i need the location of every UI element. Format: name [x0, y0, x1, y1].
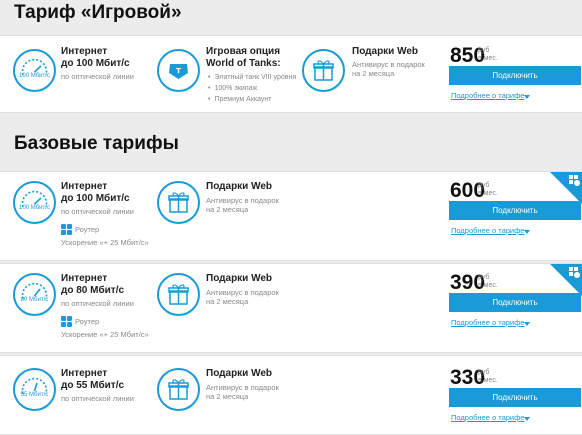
internet-subtitle: по оптической линии	[61, 207, 134, 216]
connect-button[interactable]: Подключить	[449, 66, 581, 85]
price-period: в мес.	[478, 190, 498, 197]
tariff-card: 80 Мбит/с Интернет до 80 Мбит/с по оптич…	[0, 263, 582, 353]
gift-icon	[157, 368, 200, 411]
connect-button[interactable]: Подключить	[449, 388, 581, 407]
internet-speed-title: до 100 Мбит/с	[61, 193, 130, 204]
price-currency: руб	[478, 274, 490, 281]
game-tariff-title: Тариф «Игровой»	[14, 2, 182, 23]
acceleration-label: Ускорение «+ 25 Мбит/с»	[61, 238, 149, 247]
price-currency: руб	[478, 182, 490, 189]
internet-subtitle: по оптической линии	[61, 299, 134, 308]
gift-icon	[157, 273, 200, 316]
speed-label: 55 Мбит/с	[20, 392, 49, 398]
game-option-bullet: Премиум Аккаунт	[208, 94, 271, 105]
price-currency: руб	[478, 47, 490, 54]
game-tariff-card: 100 Мбит/с Интернет до 100 Мбит/с по опт…	[0, 35, 582, 113]
speed-label: 100 Мбит/с	[19, 73, 50, 79]
speedometer-icon: 55 Мбит/с	[13, 368, 56, 411]
internet-title: Интернет	[61, 368, 108, 379]
internet-speed-title: до 55 Мбит/с	[61, 380, 125, 391]
speedometer-icon: 100 Мбит/с	[13, 49, 56, 92]
tariff-details-link[interactable]: Подробнее о тарифе	[451, 91, 524, 100]
router-icon	[61, 224, 72, 235]
game-option-bullet: Элитный танк VIII уровня	[208, 72, 296, 83]
speed-label: 100 Мбит/с	[19, 205, 50, 211]
speedometer-icon: 100 Мбит/с	[13, 181, 56, 224]
price-period: в мес.	[478, 377, 498, 384]
game-option-bullet: 100% экипаж	[208, 83, 257, 94]
price-currency: руб	[478, 369, 490, 376]
gift-subtitle: на 2 месяца	[352, 69, 395, 78]
router-label: Роутер	[75, 317, 100, 326]
svg-text:T: T	[176, 67, 181, 75]
price-period: в мес.	[478, 55, 498, 62]
game-option-subtitle: World of Tanks:	[206, 58, 281, 69]
gift-title: Подарки Web	[206, 273, 273, 284]
acceleration-label: Ускорение «+ 25 Мбит/с»	[61, 330, 149, 339]
router-icon	[569, 175, 580, 186]
tariff-details-link[interactable]: Подробнее о тарифе	[451, 413, 524, 422]
tariff-details-link[interactable]: Подробнее о тарифе	[451, 318, 524, 327]
tariff-card: 55 Мбит/с Интернет до 55 Мбит/с по оптич…	[0, 355, 582, 435]
chevron-down-icon[interactable]	[524, 417, 530, 421]
router-icon	[569, 267, 580, 278]
tariff-card: 100 Мбит/с Интернет до 100 Мбит/с по опт…	[0, 171, 582, 261]
router-label: Роутер	[75, 225, 100, 234]
tariff-details-link[interactable]: Подробнее о тарифе	[451, 226, 524, 235]
speedometer-icon: 80 Мбит/с	[13, 273, 56, 316]
gift-subtitle: на 2 месяца	[206, 205, 249, 214]
base-tariffs-title: Базовые тарифы	[14, 133, 179, 154]
chevron-down-icon[interactable]	[524, 322, 530, 326]
tank-icon: T	[157, 49, 200, 92]
internet-title: Интернет	[61, 181, 108, 192]
internet-title: Интернет	[61, 273, 108, 284]
internet-speed-title: до 80 Мбит/с	[61, 285, 125, 296]
internet-subtitle: по оптической линии	[61, 394, 134, 403]
chevron-down-icon[interactable]	[524, 230, 530, 234]
gift-subtitle: на 2 месяца	[206, 297, 249, 306]
gift-title: Подарки Web	[206, 368, 273, 379]
internet-title: Интернет	[61, 46, 108, 57]
gift-subtitle: на 2 месяца	[206, 392, 249, 401]
gift-title: Подарки Web	[206, 181, 273, 192]
gift-title: Подарки Web	[352, 46, 419, 57]
chevron-down-icon[interactable]	[524, 95, 530, 99]
router-icon	[61, 316, 72, 327]
internet-subtitle: по оптической линии	[61, 72, 134, 81]
gift-icon	[302, 49, 345, 92]
game-option-title: Игровая опция	[206, 46, 281, 57]
gift-icon	[157, 181, 200, 224]
price-period: в мес.	[478, 282, 498, 289]
speed-label: 80 Мбит/с	[20, 297, 49, 303]
internet-speed-title: до 100 Мбит/с	[61, 58, 130, 69]
